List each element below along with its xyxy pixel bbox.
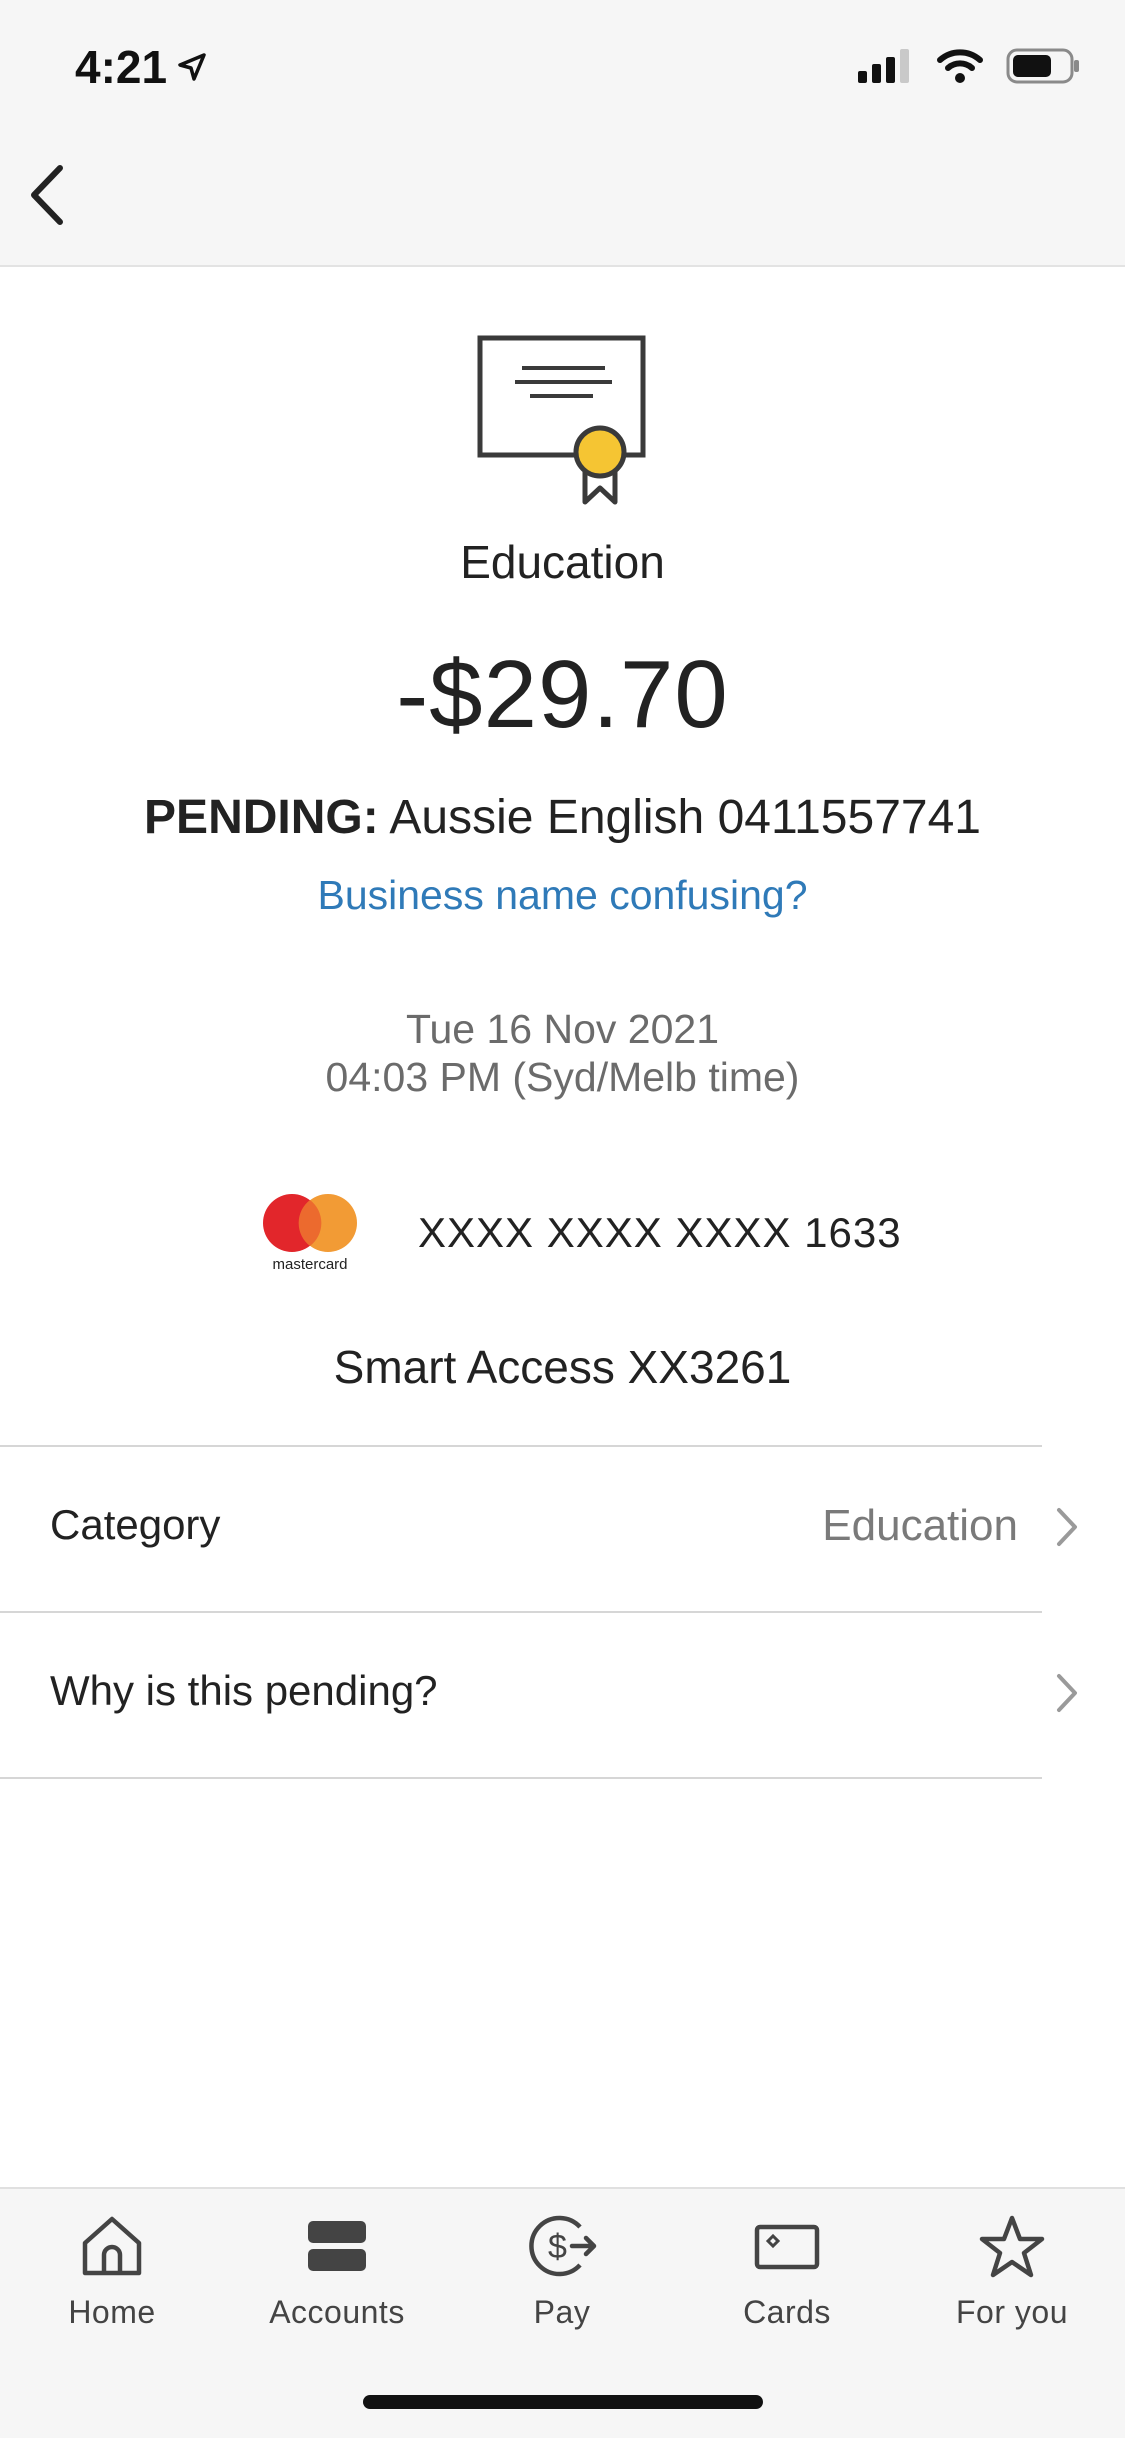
tab-for-you-label: For you — [956, 2294, 1068, 2330]
divider — [0, 1445, 1042, 1447]
account-name: Smart Access XX3261 — [333, 1341, 792, 1393]
top-bar: 4:21 — [0, 0, 1125, 267]
status-time: 4:21 — [75, 40, 207, 94]
chevron-right-icon — [1057, 1674, 1077, 1712]
certificate-icon — [475, 330, 650, 510]
transaction-time: 04:03 PM (Syd/Melb time) — [325, 1054, 800, 1100]
tab-home-label: Home — [68, 2294, 156, 2330]
category-title: Education — [460, 536, 665, 588]
tab-accounts[interactable]: Accounts — [247, 2213, 427, 2331]
chevron-right-icon — [1057, 1508, 1077, 1546]
status-icons — [858, 48, 1080, 84]
chevron-left-icon — [31, 165, 63, 225]
divider — [0, 1777, 1042, 1779]
back-button[interactable] — [22, 160, 82, 230]
card-number: XXXX XXXX XXXX 1633 — [418, 1209, 902, 1256]
why-pending-row[interactable]: Why is this pending? — [0, 1611, 1125, 1777]
merchant-name: Aussie English 0411557741 — [389, 791, 981, 844]
signal-icon — [858, 49, 909, 83]
tab-for-you[interactable]: For you — [922, 2213, 1102, 2331]
home-icon — [82, 2216, 142, 2276]
home-indicator — [363, 2395, 763, 2409]
tab-pay-label: Pay — [533, 2294, 591, 2330]
why-pending-label: Why is this pending? — [50, 1667, 438, 1714]
card-icon — [754, 2224, 820, 2270]
category-row-value: Education — [822, 1501, 1018, 1550]
svg-text:$: $ — [548, 2228, 567, 2266]
location-arrow-icon — [178, 53, 206, 81]
tab-home[interactable]: Home — [22, 2213, 202, 2331]
category-row-label: Category — [50, 1501, 221, 1548]
pending-merchant: PENDING: Aussie English 0411557741 — [0, 790, 1125, 845]
tab-pay[interactable]: $ Pay — [472, 2213, 652, 2331]
business-name-link[interactable]: Business name confusing? — [0, 872, 1125, 919]
transaction-amount: -$29.70 — [396, 641, 729, 748]
transaction-date: Tue 16 Nov 2021 — [405, 1006, 720, 1052]
mastercard-logo: mastercard — [262, 1193, 358, 1273]
accounts-icon — [308, 2221, 366, 2271]
pay-icon: $ — [529, 2215, 597, 2277]
mastercard-wordmark: mastercard — [272, 1256, 348, 1273]
tab-cards-label: Cards — [743, 2294, 831, 2330]
battery-icon — [1006, 48, 1079, 84]
pending-label: PENDING: — [144, 791, 379, 844]
card-row: mastercard XXXX XXXX XXXX 1633 — [262, 1193, 902, 1273]
tab-accounts-label: Accounts — [269, 2294, 405, 2330]
wifi-icon — [937, 49, 983, 83]
tab-cards[interactable]: Cards — [697, 2213, 877, 2331]
divider — [0, 1611, 1042, 1613]
status-time-text: 4:21 — [75, 41, 168, 93]
star-icon — [979, 2215, 1045, 2278]
category-row[interactable]: Category Education — [0, 1445, 1125, 1611]
